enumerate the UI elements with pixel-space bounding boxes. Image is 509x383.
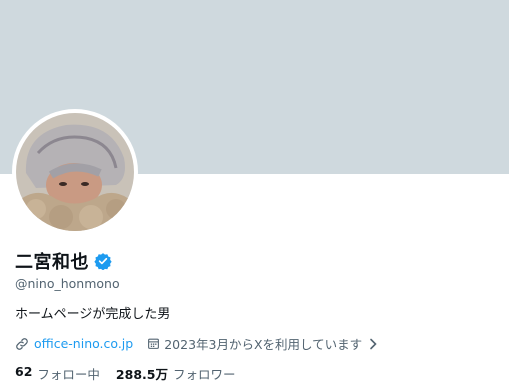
profile-name: 二宮和也 [15, 252, 89, 273]
avatar-image [16, 113, 134, 231]
profile-bio: ホームページが完成した男 [15, 307, 171, 322]
followers-label: フォロワー [172, 367, 236, 382]
followers-link[interactable]: 288.5万 フォロワー [116, 364, 236, 383]
profile-handle: @nino_honmono [15, 276, 120, 291]
chevron-right-icon[interactable] [368, 338, 378, 350]
following-link[interactable]: 62 フォロー中 [15, 364, 100, 383]
following-label: フォロー中 [37, 367, 100, 382]
following-count: 62 [15, 364, 33, 379]
follow-stats: 62 フォロー中 288.5万 フォロワー [15, 364, 251, 383]
calendar-icon [148, 338, 160, 349]
profile-meta: office-nino.co.jp 2023年3月からXを利用しています [15, 334, 378, 353]
name-row: 二宮和也 [15, 248, 112, 274]
profile-avatar[interactable] [12, 109, 138, 235]
followers-count: 288.5万 [115, 367, 168, 382]
link-icon [16, 337, 28, 350]
joined-date[interactable]: 2023年3月からXを利用しています [164, 334, 362, 353]
verified-badge-icon[interactable] [94, 252, 112, 270]
website-link[interactable]: office-nino.co.jp [34, 336, 133, 351]
